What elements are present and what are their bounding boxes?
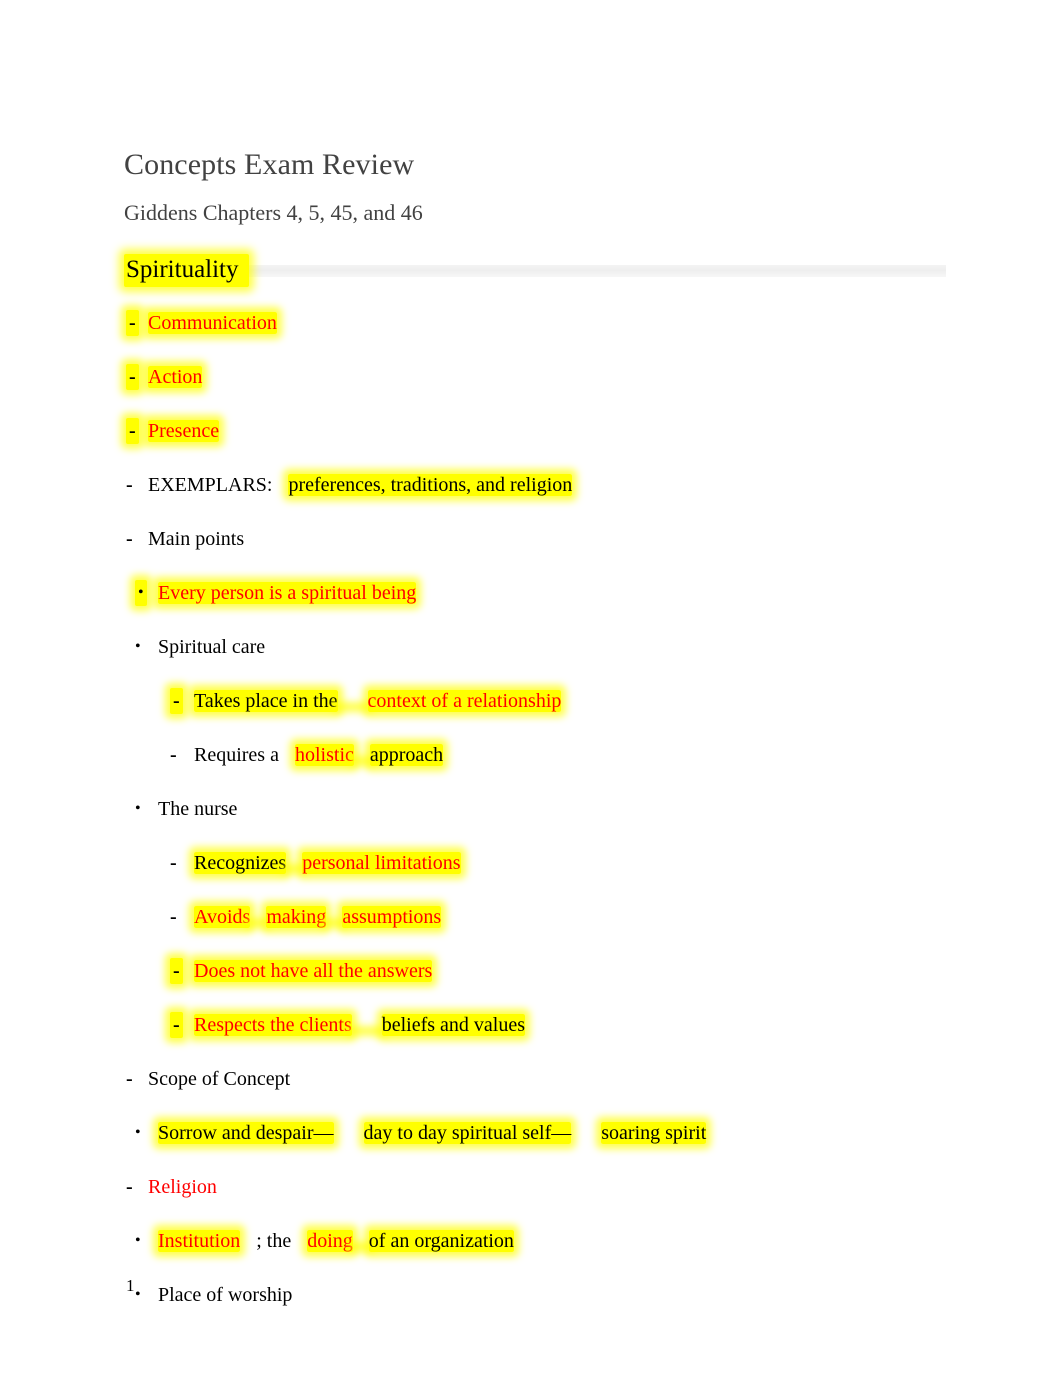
institution-word: Institution <box>158 1230 241 1252</box>
list-item: Spiritual care <box>124 634 964 660</box>
list-item-label: Religion <box>148 1176 217 1198</box>
list-item-label: Place of worship <box>158 1284 293 1306</box>
takes-place-label: Takes place in the <box>194 690 338 712</box>
list-item-label: Spiritual care <box>158 636 266 658</box>
list-item: Main points <box>124 526 964 552</box>
dash-bullet-icon <box>170 850 177 876</box>
dash-bullet-icon <box>126 1174 133 1200</box>
requires-value: holistic <box>294 744 354 766</box>
list-item-label: Communication <box>148 312 277 334</box>
list-item: Avoids making assumptions <box>124 904 964 930</box>
list-item-label: Does not have all the answers <box>194 960 433 982</box>
exemplars-value: preferences, traditions, and religion <box>288 474 573 496</box>
dash-bullet-icon <box>170 958 183 984</box>
respects-label: Respects the clients <box>194 1014 352 1036</box>
doing-word: doing <box>307 1230 353 1252</box>
dash-bullet-icon <box>170 904 177 930</box>
takes-place-value: context of a relationship <box>367 690 562 712</box>
making-word: making <box>266 906 327 928</box>
assumptions-word: assumptions <box>342 906 442 928</box>
dash-bullet-icon <box>126 1066 133 1092</box>
exemplars-label: EXEMPLARS: <box>148 474 273 496</box>
list-item: Action <box>124 364 964 390</box>
recognizes-value: personal limitations <box>302 852 461 874</box>
list-item: Does not have all the answers <box>124 958 964 984</box>
dash-bullet-icon <box>170 1012 183 1038</box>
scope-high-end: soaring spirit <box>601 1122 707 1144</box>
dash-bullet-icon <box>126 418 139 444</box>
document-body: Concepts Exam Review Giddens Chapters 4,… <box>124 150 964 1336</box>
list-item: Scope of Concept <box>124 1066 964 1092</box>
list-item: Recognizes personal limitations <box>124 850 964 876</box>
list-item: The nurse <box>124 796 964 822</box>
list-item-label: Scope of Concept <box>148 1068 291 1090</box>
page-subtitle: Giddens Chapters 4, 5, 45, and 46 <box>124 200 423 225</box>
list-item: Requires a holistic approach <box>124 742 964 768</box>
list-item: EXEMPLARS: preferences, traditions, and r… <box>124 472 964 498</box>
list-item: Religion <box>124 1174 964 1200</box>
round-bullet-icon <box>135 634 141 660</box>
list-item: Respects the clients beliefs and values <box>124 1012 964 1038</box>
requires-label: Requires a <box>194 744 279 766</box>
list-item-label: Action <box>148 366 203 388</box>
scope-low-end: Sorrow and despair— <box>158 1122 334 1144</box>
list-item-label: Presence <box>148 420 220 442</box>
requires-tail: approach <box>369 744 444 766</box>
avoids-word: Avoids <box>194 906 251 928</box>
respects-value: beliefs and values <box>381 1014 526 1036</box>
dash-bullet-icon <box>170 742 177 768</box>
list-item: Communication <box>124 310 964 336</box>
dash-bullet-icon <box>126 526 133 552</box>
institution-connector: ; the <box>256 1230 292 1252</box>
dash-bullet-icon <box>170 688 183 714</box>
round-bullet-icon <box>135 1228 141 1254</box>
dash-bullet-icon <box>126 472 133 498</box>
list-item: Sorrow and despair— day to day spiritual … <box>124 1120 964 1146</box>
round-bullet-icon <box>135 1120 141 1146</box>
page-title: Concepts Exam Review <box>124 148 415 181</box>
section-heading-row: Spirituality <box>124 254 964 288</box>
section-heading: Spirituality <box>124 254 249 287</box>
list-item-label: Main points <box>148 528 245 550</box>
dash-bullet-icon <box>126 310 139 336</box>
round-bullet-icon <box>135 580 147 606</box>
doing-tail: of an organization <box>368 1230 514 1252</box>
list-item: Presence <box>124 418 964 444</box>
dash-bullet-icon <box>126 364 139 390</box>
page-number: 1 <box>126 1276 135 1295</box>
list-item: Takes place in the context of a relations… <box>124 688 964 714</box>
list-item: Institution ; the doing of an organization <box>124 1228 964 1254</box>
round-bullet-icon <box>135 1282 141 1308</box>
document-page: Concepts Exam Review Giddens Chapters 4,… <box>0 0 1062 1377</box>
list-item-label: Every person is a spiritual being <box>158 582 417 604</box>
list-item-label: The nurse <box>158 798 238 820</box>
list-item: Place of worship <box>124 1282 964 1308</box>
round-bullet-icon <box>135 796 141 822</box>
recognizes-label: Recognizes <box>194 852 287 874</box>
scope-mid-point: day to day spiritual self— <box>363 1122 572 1144</box>
list-item: Every person is a spiritual being <box>124 580 964 606</box>
